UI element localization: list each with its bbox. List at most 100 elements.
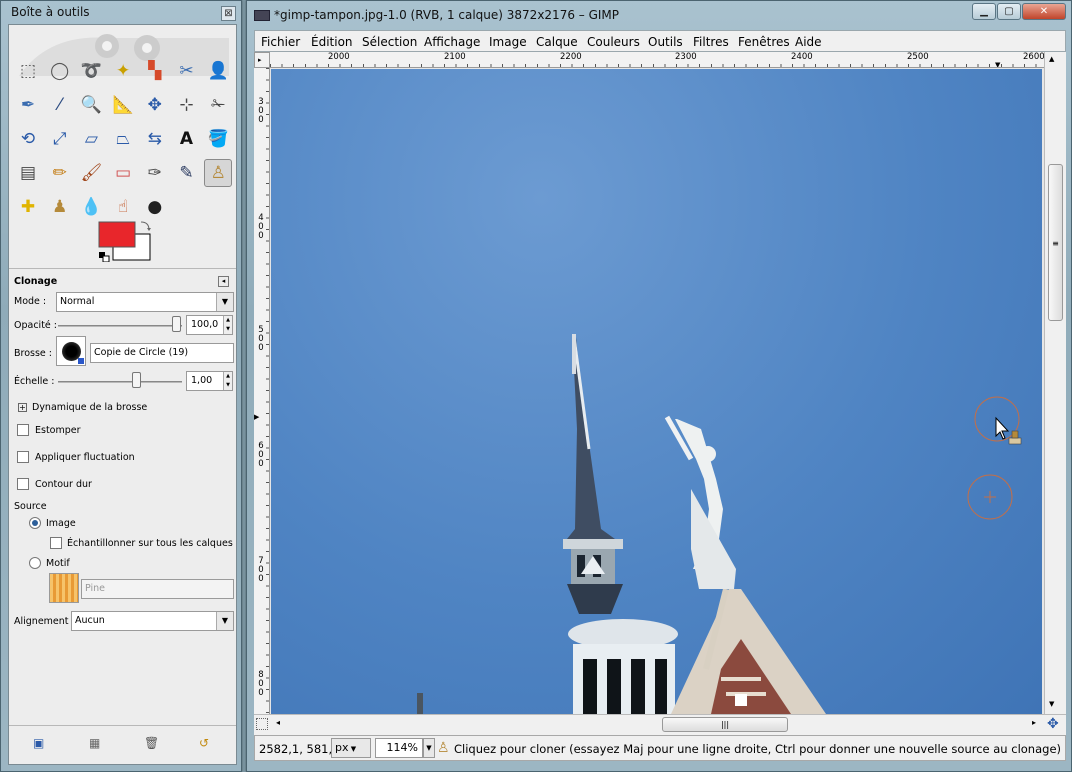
ruler-label: 8 0 0 — [258, 670, 264, 698]
menu-couleurs[interactable]: Couleurs — [587, 35, 640, 49]
fg-bg-colors — [98, 221, 151, 262]
spin-arrows-icon[interactable]: ▲ ▼ — [223, 372, 232, 390]
zoom-input[interactable]: 114% — [375, 738, 423, 758]
menu-filtres[interactable]: Filtres — [693, 35, 729, 49]
quick-mask-toggle[interactable]: ▸ — [254, 52, 270, 68]
source-image-radio[interactable] — [29, 517, 41, 529]
clone-icon[interactable]: ♙ — [204, 159, 233, 187]
image-canvas[interactable] — [271, 69, 1042, 714]
sample-merged-checkbox[interactable] — [50, 537, 62, 549]
text-icon[interactable]: A — [173, 125, 201, 153]
mode-select[interactable]: Normal ▼ — [56, 292, 234, 312]
expander-plus-icon[interactable]: + — [18, 403, 27, 412]
align-icon[interactable]: ⊹ — [173, 91, 201, 119]
rotate-icon[interactable]: ⟲ — [14, 125, 42, 153]
reset-options-icon[interactable]: ↺ — [199, 736, 209, 750]
pattern-preview[interactable] — [49, 573, 79, 603]
scale-slider[interactable] — [58, 381, 182, 383]
ink-icon[interactable]: ✎ — [173, 159, 201, 187]
ellipse-select-icon[interactable]: ◯ — [46, 57, 74, 85]
menu-image[interactable]: Image — [489, 35, 527, 49]
scroll-down-arrow-icon[interactable]: ▼ — [1049, 700, 1054, 708]
menu-calque[interactable]: Calque — [536, 35, 578, 49]
ruler-label: 4 0 0 — [258, 213, 264, 241]
blend-icon[interactable]: ▤ — [14, 159, 42, 187]
horizontal-scrollbar[interactable]: ◂ ||| ▸ ✥ — [254, 714, 1066, 735]
foreground-select-icon[interactable]: 👤 — [204, 57, 232, 85]
scale-icon[interactable]: ⤢ — [46, 125, 74, 153]
app-icon — [254, 10, 270, 21]
zoom-icon[interactable]: 🔍 — [77, 91, 105, 119]
opacity-spinner[interactable]: 100,0 ▲ ▼ — [186, 315, 233, 335]
lasso-icon[interactable]: ➰ — [77, 57, 105, 85]
jitter-label: Appliquer fluctuation — [35, 452, 135, 463]
blur-icon[interactable]: 💧 — [77, 193, 105, 221]
perspective-clone-icon[interactable]: ♟ — [46, 193, 74, 221]
brush-preview[interactable] — [56, 336, 86, 366]
zoom-dropdown-icon[interactable]: ▼ — [423, 738, 435, 758]
flip-icon[interactable]: ⇆ — [141, 125, 169, 153]
opacity-slider[interactable] — [58, 325, 182, 327]
scroll-right-arrow-icon[interactable]: ▸ — [1032, 718, 1036, 727]
bucket-fill-icon[interactable]: 🪣 — [204, 125, 232, 153]
ruler-ticks — [270, 64, 1050, 67]
vertical-scrollbar[interactable]: ▲ ≡ ▼ — [1044, 52, 1066, 714]
select-by-color-icon[interactable]: ▚ — [141, 57, 169, 85]
scale-slider-handle[interactable] — [132, 372, 141, 388]
menu-aide[interactable]: Aide — [795, 35, 822, 49]
crop-icon[interactable]: ✁ — [204, 91, 232, 119]
dynamics-label[interactable]: Dynamique de la brosse — [32, 402, 147, 413]
close-button[interactable]: ✕ — [1022, 3, 1066, 20]
menu-edition[interactable]: Édition — [311, 35, 353, 49]
jitter-checkbox[interactable] — [17, 451, 29, 463]
heal-icon[interactable]: ✚ — [14, 193, 42, 221]
image-window: *gimp-tampon.jpg-1.0 (RVB, 1 calque) 387… — [246, 0, 1072, 772]
menu-fichier[interactable]: Fichier — [261, 35, 300, 49]
brush-edit-icon — [78, 358, 84, 364]
rect-select-icon[interactable]: ⬚ — [14, 57, 42, 85]
paths-icon[interactable]: ✒ — [14, 91, 42, 119]
dodge-burn-icon[interactable]: ● — [141, 193, 169, 221]
maximize-button[interactable]: ▢ — [997, 3, 1021, 20]
opacity-value: 100,0 — [191, 319, 219, 330]
alignment-select[interactable]: Aucun ▼ — [71, 611, 234, 631]
navigate-icon[interactable] — [256, 718, 268, 730]
scale-spinner[interactable]: 1,00 ▲ ▼ — [186, 371, 233, 391]
restore-options-icon[interactable]: ▦ — [89, 736, 100, 750]
delete-options-icon[interactable]: 🗑 — [144, 736, 159, 750]
opacity-slider-handle[interactable] — [172, 316, 181, 332]
toolbox-close-button[interactable]: ⊠ — [221, 6, 236, 21]
source-pattern-radio[interactable] — [29, 557, 41, 569]
scroll-thumb[interactable]: ||| — [662, 717, 788, 732]
hard-edge-checkbox[interactable] — [17, 478, 29, 490]
scroll-up-arrow-icon[interactable]: ▲ — [1049, 55, 1054, 63]
menu-selection[interactable]: Sélection — [362, 35, 417, 49]
smudge-icon[interactable]: ☝ — [109, 193, 137, 221]
move-view-icon[interactable]: ✥ — [1047, 716, 1059, 732]
ruler-label: 7 0 0 — [258, 556, 264, 584]
color-picker-icon[interactable]: ⁄ — [46, 91, 74, 119]
scissors-icon[interactable]: ✂ — [173, 57, 201, 85]
menu-affichage[interactable]: Affichage — [424, 35, 480, 49]
eraser-icon[interactable]: ▭ — [109, 159, 137, 187]
perspective-icon[interactable]: ⏢ — [109, 125, 137, 153]
spin-arrows-icon[interactable]: ▲ ▼ — [223, 316, 232, 334]
scroll-thumb[interactable]: ≡ — [1048, 164, 1063, 321]
chevron-down-icon: ▼ — [216, 293, 233, 311]
minimize-button[interactable]: ▁ — [972, 3, 996, 20]
move-icon[interactable]: ✥ — [141, 91, 169, 119]
magic-wand-icon[interactable]: ✦ — [109, 57, 137, 85]
menu-outils[interactable]: Outils — [648, 35, 683, 49]
shear-icon[interactable]: ▱ — [77, 125, 105, 153]
menu-fenetres[interactable]: Fenêtres — [738, 35, 790, 49]
airbrush-icon[interactable]: ✑ — [141, 159, 169, 187]
brush-name[interactable]: Copie de Circle (19) — [90, 343, 234, 363]
unit-select[interactable]: px ▼ — [331, 738, 371, 758]
measure-icon[interactable]: 📐 — [109, 91, 137, 119]
pencil-icon[interactable]: ✏ — [46, 159, 74, 187]
fade-checkbox[interactable] — [17, 424, 29, 436]
options-menu-button[interactable]: ◂ — [218, 276, 229, 287]
save-options-icon[interactable]: ▣ — [33, 736, 44, 750]
scroll-left-arrow-icon[interactable]: ◂ — [276, 718, 280, 727]
paintbrush-icon[interactable]: 🖌 — [77, 159, 105, 187]
